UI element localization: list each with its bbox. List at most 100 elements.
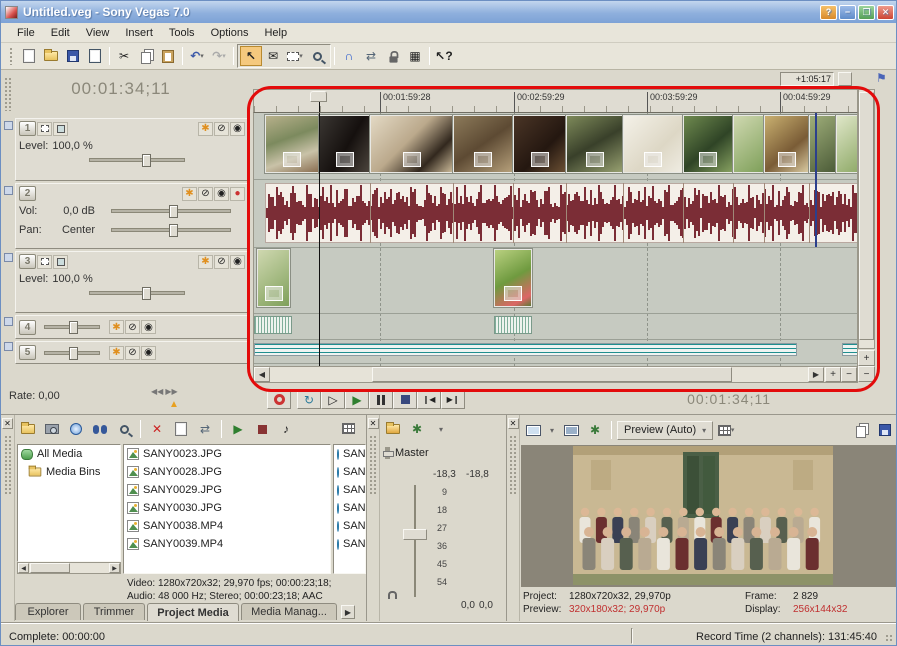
whats-this-help-button[interactable]: ↖?	[433, 46, 455, 66]
track4-collapse-button[interactable]	[4, 317, 13, 326]
zoom-edit-tool-button[interactable]	[306, 46, 328, 66]
track1-bypass-motion-blur-button[interactable]	[37, 122, 52, 136]
panel-grip[interactable]	[4, 77, 12, 111]
list-item[interactable]: SANY0038.MP4	[124, 517, 330, 535]
pan-crop-icon[interactable]	[699, 152, 717, 167]
list-item[interactable]: SANY0030.JPG	[124, 499, 330, 517]
properties-button[interactable]	[84, 46, 106, 66]
timeline-hscrollbar[interactable]: ◀ ▶ + −	[253, 366, 858, 383]
hscroll-left-button[interactable]: ◀	[254, 367, 270, 382]
video-event[interactable]	[513, 115, 566, 173]
tab-trimmer[interactable]: Trimmer	[83, 603, 145, 620]
zoom-in-track-height-button[interactable]: +	[858, 350, 875, 366]
vscroll-thumb[interactable]	[859, 92, 874, 340]
tree-hscrollbar[interactable]: ◀ ▶	[17, 562, 121, 574]
timeline-options-button[interactable]	[838, 72, 852, 86]
pane-close-button[interactable]: ✕	[508, 418, 519, 429]
video-event[interactable]	[764, 115, 809, 173]
help-button[interactable]: ?	[820, 5, 837, 20]
tab-project-media[interactable]: Project Media	[147, 603, 239, 621]
zoom-out-time-button[interactable]: −	[841, 367, 857, 382]
zoom-out-track-height-button[interactable]: −	[858, 366, 875, 382]
minimize-button[interactable]: −	[839, 5, 856, 20]
undo-button[interactable]: ↶▾	[186, 46, 208, 66]
time-ruler[interactable]: 00:01:59:28 00:02:59:29 00:03:59:29 00:0…	[253, 89, 858, 113]
lock-envelopes-button[interactable]	[382, 46, 404, 66]
video-event[interactable]	[265, 115, 319, 173]
pan-crop-icon[interactable]	[474, 152, 492, 167]
master-fader[interactable]	[405, 485, 425, 597]
play-button[interactable]: ▶	[345, 390, 369, 409]
selection-edit-tool-button[interactable]: ▾	[284, 46, 306, 66]
pane-grip[interactable]	[509, 435, 517, 495]
pane-close-button[interactable]: ✕	[2, 418, 13, 429]
tree-item-media-bins[interactable]: Media Bins	[18, 463, 120, 481]
list-item[interactable]: SANY0029.JPG	[124, 481, 330, 499]
search-media-button[interactable]	[89, 419, 111, 439]
track3-bypass-motion-blur-button[interactable]	[37, 255, 52, 269]
go-to-start-button[interactable]: ❙◀	[417, 390, 441, 409]
list-item[interactable]: SAN	[334, 445, 365, 463]
toolbar-grip[interactable]	[9, 47, 14, 65]
master-fader-thumb[interactable]	[403, 529, 427, 540]
pane-close-button[interactable]: ✕	[368, 418, 379, 429]
menu-tools[interactable]: Tools	[161, 25, 203, 41]
tab-media-manager[interactable]: Media Manag...	[241, 603, 337, 620]
video-event[interactable]	[257, 249, 290, 307]
media-side-list[interactable]: SAN SAN SAN SAN SAN SAN	[333, 444, 366, 574]
loop-playback-button[interactable]: ↻	[297, 390, 321, 409]
media-properties-button[interactable]	[170, 419, 192, 439]
track2-pan-slider[interactable]	[111, 228, 231, 232]
track3-header[interactable]: 3 ✱ ⊘ ◉ Level: 100,0 %	[15, 251, 249, 313]
pan-crop-icon[interactable]	[283, 152, 301, 167]
normal-edit-tool-button[interactable]: ↖	[240, 46, 262, 66]
stop-preview-button[interactable]	[251, 419, 273, 439]
pan-crop-icon[interactable]	[586, 152, 604, 167]
pan-crop-icon[interactable]	[531, 152, 549, 167]
preview-device-dropdown[interactable]: ▾	[546, 420, 558, 440]
track2-solo-button[interactable]: ◉	[214, 187, 229, 201]
track1-fx-button[interactable]: ✱	[198, 122, 213, 136]
pan-crop-icon[interactable]	[644, 152, 662, 167]
timeline-vscrollbar[interactable]	[858, 89, 875, 349]
track2-vol-slider[interactable]	[111, 209, 231, 213]
track3-fx-button[interactable]: ✱	[198, 255, 213, 269]
video-event[interactable]	[319, 115, 370, 173]
media-file-list[interactable]: SANY0023.JPG SANY0028.JPG SANY0029.JPG S…	[123, 444, 331, 574]
menu-edit[interactable]: Edit	[43, 25, 78, 41]
resize-grip[interactable]	[885, 634, 894, 643]
video-event[interactable]	[733, 115, 764, 173]
media-bins-tree[interactable]: All Media Media Bins	[17, 444, 121, 562]
menu-insert[interactable]: Insert	[117, 25, 161, 41]
insert-bus-button[interactable]	[382, 419, 404, 439]
zoom-in-time-button[interactable]: +	[825, 367, 841, 382]
track3-track-motion-button[interactable]	[53, 255, 68, 269]
new-project-button[interactable]	[18, 46, 40, 66]
bus-envelope-strip[interactable]	[254, 343, 797, 356]
video-output-fx-button[interactable]: ✱	[584, 420, 606, 440]
track4-mute-button[interactable]: ⊘	[125, 320, 140, 334]
tree-scroll-left-button[interactable]: ◀	[18, 563, 29, 573]
pane-grip[interactable]	[4, 435, 12, 495]
track4-header[interactable]: 4 ✱ ⊘ ◉	[15, 315, 249, 339]
remove-media-button[interactable]: ✕	[146, 419, 168, 439]
preview-quality-dropdown[interactable]: Preview (Auto) ▾	[617, 421, 713, 440]
track5-level-slider[interactable]	[44, 351, 100, 355]
title-bar[interactable]: Untitled.veg - Sony Vegas 7.0 ? − ❐ ✕	[1, 1, 897, 23]
list-item[interactable]: SAN	[334, 463, 365, 481]
list-item[interactable]: SANY0028.JPG	[124, 463, 330, 481]
track3-level-slider[interactable]	[89, 291, 185, 295]
video-event[interactable]	[623, 115, 683, 173]
video-event[interactable]	[809, 115, 836, 173]
menu-file[interactable]: File	[9, 25, 43, 41]
views-button[interactable]	[337, 418, 359, 438]
open-button[interactable]	[40, 46, 62, 66]
master-bus-row[interactable]: Master	[385, 447, 429, 459]
menu-view[interactable]: View	[78, 25, 118, 41]
rate-back-icon[interactable]: ◀◀	[151, 387, 163, 396]
track5-header[interactable]: 5 ✱ ⊘ ◉	[15, 341, 249, 364]
pan-crop-icon[interactable]	[403, 152, 421, 167]
save-button[interactable]	[62, 46, 84, 66]
copy-snapshot-button[interactable]	[850, 420, 872, 440]
maximize-button[interactable]: ❐	[858, 5, 875, 20]
